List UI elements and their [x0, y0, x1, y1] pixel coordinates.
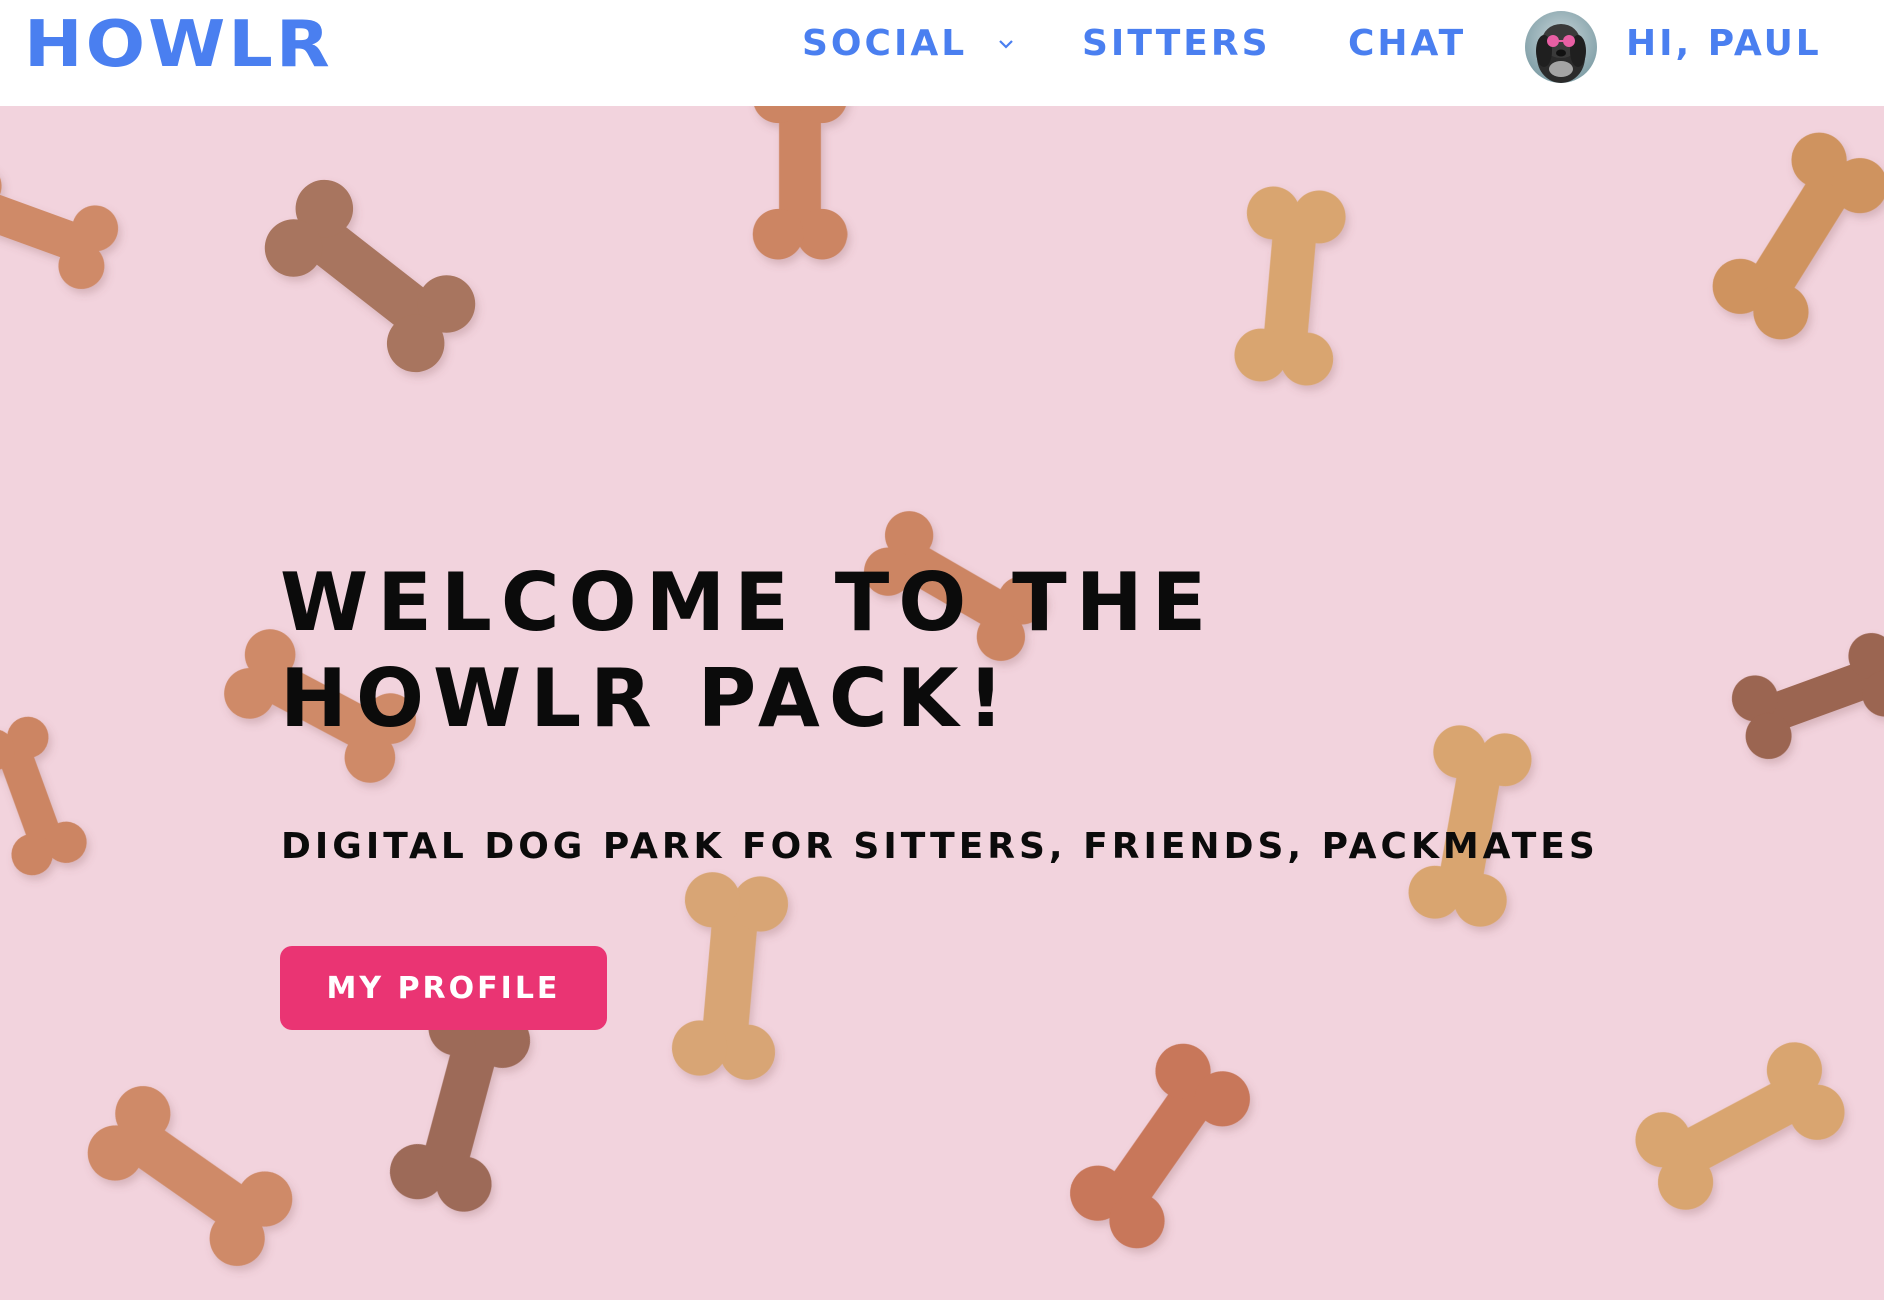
hero-section: WELCOME TO THE HOWLR PACK! DIGITAL DOG P…	[0, 106, 1884, 1300]
nav-social[interactable]: SOCIAL	[802, 22, 967, 66]
logo[interactable]: HOWLR	[24, 7, 333, 81]
hero-headline-line1: WELCOME TO THE	[280, 556, 1216, 649]
my-profile-button[interactable]: MY PROFILE	[280, 946, 607, 1030]
user-greeting[interactable]: HI, PAUL	[1626, 22, 1822, 66]
hero-headline: WELCOME TO THE HOWLR PACK!	[280, 555, 1215, 747]
nav-sitters[interactable]: SITTERS	[1082, 22, 1271, 66]
hero-subheading: DIGITAL DOG PARK FOR SITTERS, FRIENDS, P…	[281, 826, 1599, 867]
top-navbar: HOWLR SOCIAL SITTERS CHAT HI, PAUL	[0, 0, 1884, 106]
avatar-dog-icon	[1525, 11, 1597, 83]
hero-headline-line2: HOWLR PACK!	[280, 652, 1014, 745]
avatar[interactable]	[1525, 11, 1597, 83]
chevron-down-icon[interactable]	[996, 34, 1016, 54]
nav-chat[interactable]: CHAT	[1348, 22, 1466, 66]
